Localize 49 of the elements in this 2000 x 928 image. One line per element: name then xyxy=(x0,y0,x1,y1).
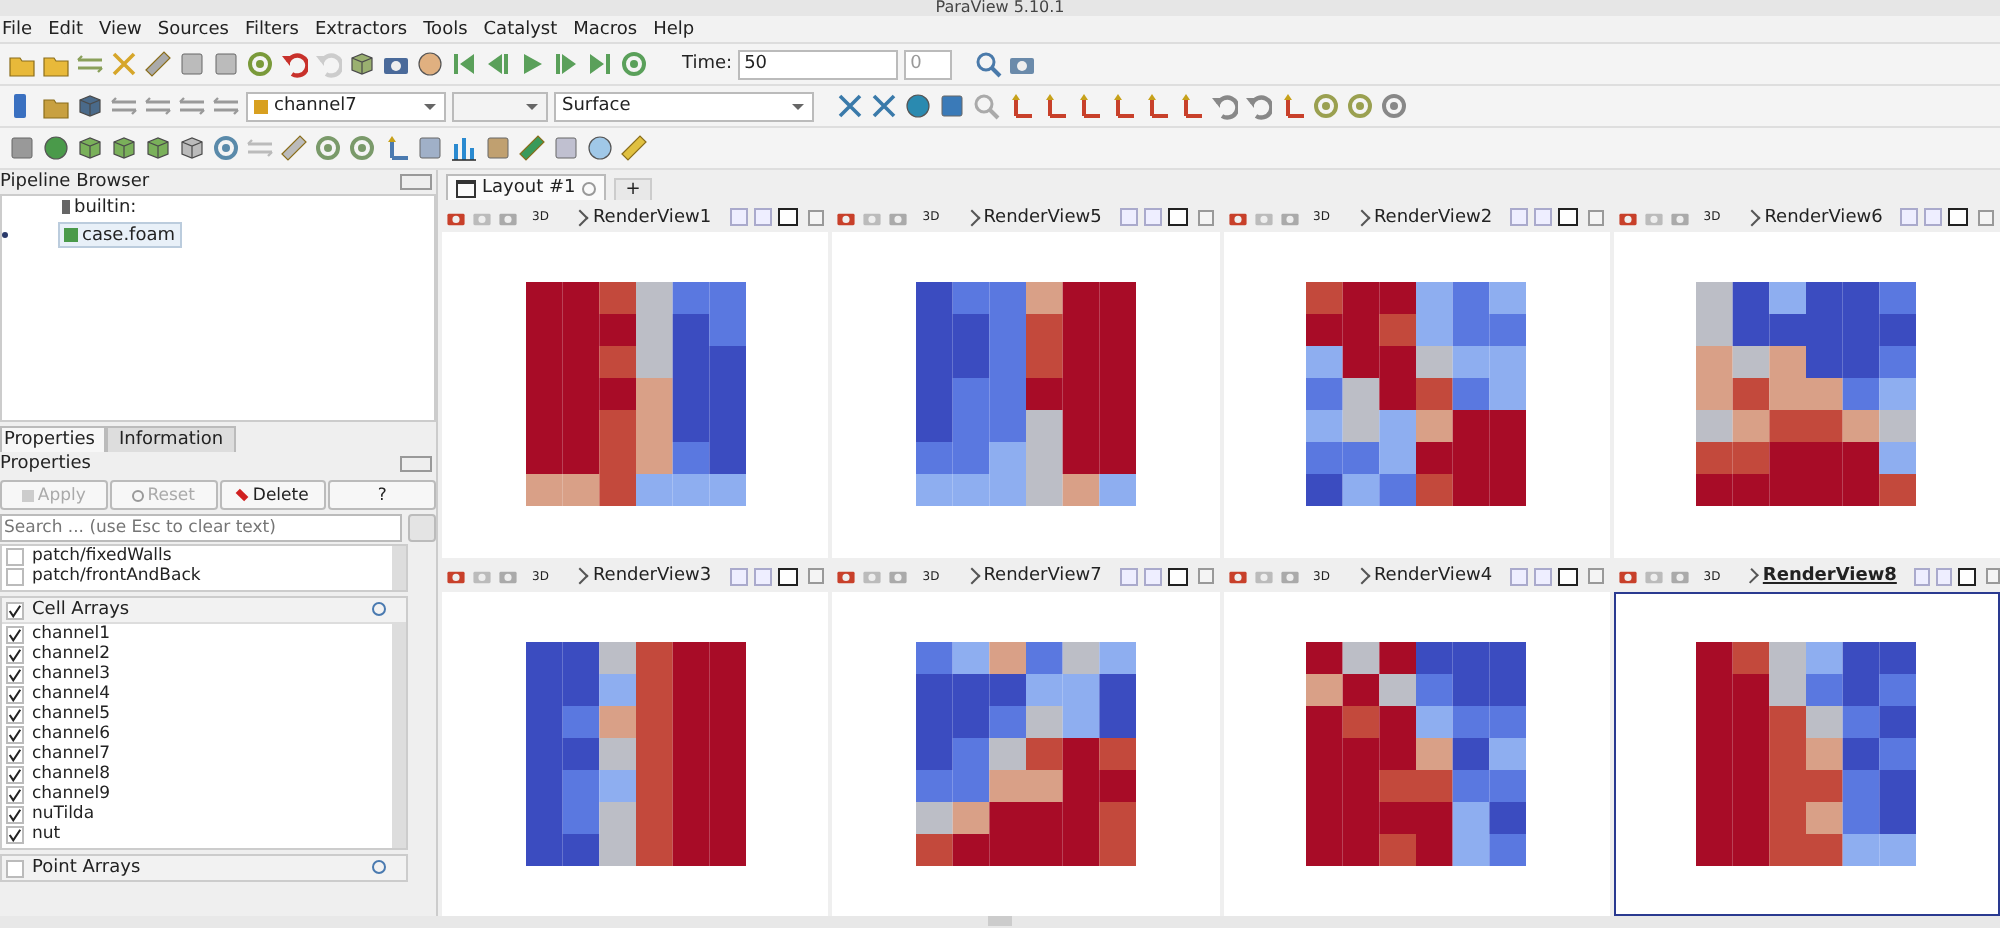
menu-item[interactable]: Edit xyxy=(48,19,83,39)
checkbox-label: channel1 xyxy=(32,624,111,644)
tree-item[interactable]: builtin: xyxy=(58,196,141,218)
panel-button[interactable]: ? xyxy=(328,480,436,510)
panel-title: Properties xyxy=(0,454,91,474)
view-title[interactable]: RenderView5 xyxy=(983,207,1102,227)
checkbox-label: channel6 xyxy=(32,724,111,744)
checkbox-label: nut xyxy=(32,824,61,844)
menu-item[interactable]: File xyxy=(2,19,33,39)
time-label: Time: xyxy=(682,54,733,74)
array-dropdown[interactable]: channel7 xyxy=(246,91,446,121)
representation-dropdown[interactable]: Surface xyxy=(554,91,814,121)
panel-tab[interactable]: Properties xyxy=(0,426,107,452)
layout-tab[interactable]: Layout #1 xyxy=(446,174,606,200)
checkbox-label: channel8 xyxy=(32,764,111,784)
menu-item[interactable]: Catalyst xyxy=(483,19,558,39)
view-title[interactable]: RenderView2 xyxy=(1373,207,1493,227)
checkbox-label: patch/fixedWalls xyxy=(32,546,172,566)
checkbox-label: channel5 xyxy=(32,704,111,724)
view-title[interactable]: RenderView4 xyxy=(1373,566,1493,586)
window-title: ParaView 5.10.1 xyxy=(935,0,1065,16)
menu-item[interactable]: Help xyxy=(653,19,695,39)
checkbox-label: channel9 xyxy=(32,784,111,804)
checkbox-label: nuTilda xyxy=(32,804,95,824)
menu-item[interactable]: Extractors xyxy=(314,19,408,39)
view-title[interactable]: RenderView7 xyxy=(983,566,1102,586)
checkbox-label: channel7 xyxy=(32,744,111,764)
checkbox-label: channel2 xyxy=(32,644,111,664)
menu-item[interactable]: Macros xyxy=(573,19,638,39)
tree-item[interactable]: case.foam xyxy=(58,222,182,248)
section-header: Cell Arrays xyxy=(32,600,130,620)
panel-tab[interactable]: Information xyxy=(106,426,236,452)
panel-title: Pipeline Browser xyxy=(0,172,150,192)
view-title[interactable]: RenderView6 xyxy=(1764,207,1883,227)
checkbox-label: patch/frontAndBack xyxy=(32,566,201,586)
view-title[interactable]: RenderView3 xyxy=(592,566,712,586)
menu-item[interactable]: View xyxy=(99,19,142,39)
menu-item[interactable]: Tools xyxy=(423,19,468,39)
panel-button[interactable]: Delete xyxy=(219,480,327,510)
time-field[interactable]: 50 xyxy=(738,49,899,79)
add-tab-button[interactable]: + xyxy=(613,178,653,200)
view-title[interactable]: RenderView8 xyxy=(1762,566,1897,586)
section-header: Point Arrays xyxy=(32,858,141,878)
menu-item[interactable]: Sources xyxy=(157,19,229,39)
view-title[interactable]: RenderView1 xyxy=(592,207,712,227)
checkbox-label: channel4 xyxy=(32,684,111,704)
checkbox-label: channel3 xyxy=(32,664,111,684)
menu-item[interactable]: Filters xyxy=(244,19,299,39)
search-field[interactable]: Search ... (use Esc to clear text) xyxy=(0,514,402,542)
